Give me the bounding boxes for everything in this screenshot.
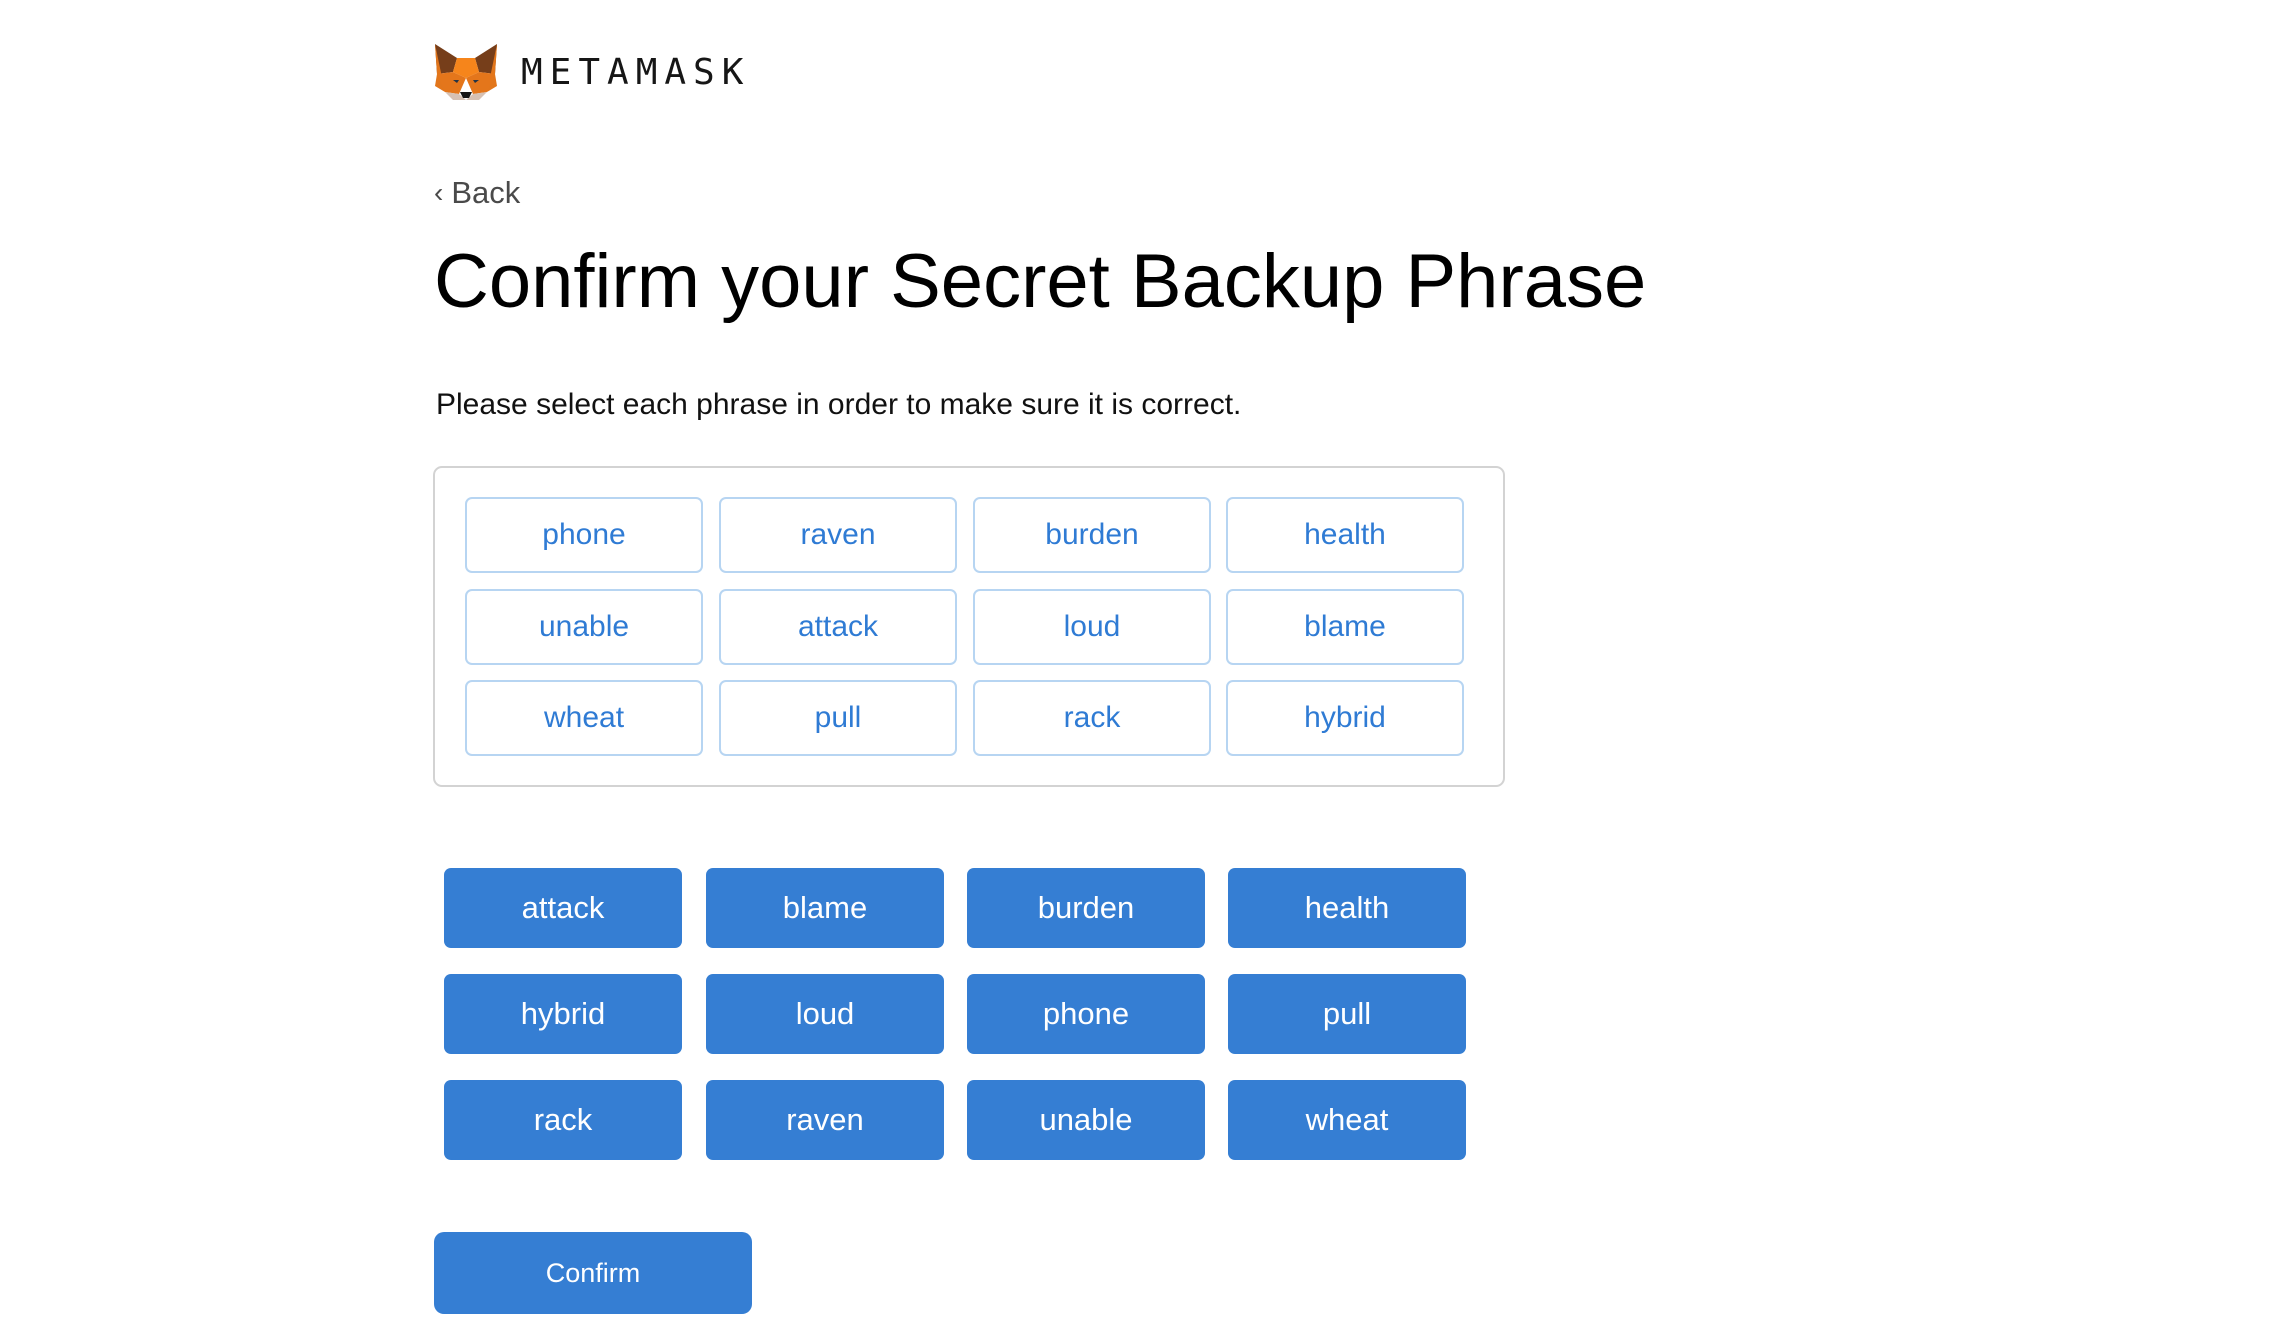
- word-button[interactable]: rack: [444, 1080, 682, 1160]
- selected-word-chip[interactable]: burden: [973, 497, 1211, 573]
- word-button[interactable]: loud: [706, 974, 944, 1054]
- word-button[interactable]: burden: [967, 868, 1205, 948]
- selected-word-chip[interactable]: rack: [973, 680, 1211, 756]
- chevron-left-icon: ‹: [434, 177, 444, 208]
- word-button[interactable]: blame: [706, 868, 944, 948]
- word-button[interactable]: attack: [444, 868, 682, 948]
- word-button[interactable]: raven: [706, 1080, 944, 1160]
- selected-word-chip[interactable]: hybrid: [1226, 680, 1464, 756]
- selected-word-chip[interactable]: raven: [719, 497, 957, 573]
- confirm-button[interactable]: Confirm: [434, 1232, 752, 1314]
- word-button[interactable]: hybrid: [444, 974, 682, 1054]
- selected-word-chip[interactable]: blame: [1226, 589, 1464, 665]
- selected-word-chip[interactable]: wheat: [465, 680, 703, 756]
- word-button[interactable]: pull: [1228, 974, 1466, 1054]
- metamask-fox-icon: [435, 44, 497, 100]
- word-button[interactable]: health: [1228, 868, 1466, 948]
- selected-word-chip[interactable]: health: [1226, 497, 1464, 573]
- word-button[interactable]: phone: [967, 974, 1205, 1054]
- header: METAMASK: [433, 40, 750, 104]
- selected-word-chip[interactable]: pull: [719, 680, 957, 756]
- word-button[interactable]: unable: [967, 1080, 1205, 1160]
- selected-word-chip[interactable]: attack: [719, 589, 957, 665]
- page-title: Confirm your Secret Backup Phrase: [434, 239, 1647, 324]
- word-button[interactable]: wheat: [1228, 1080, 1466, 1160]
- selected-word-chip[interactable]: unable: [465, 589, 703, 665]
- instruction-text: Please select each phrase in order to ma…: [436, 388, 1242, 421]
- brand-wordmark: METAMASK: [521, 51, 751, 93]
- back-link[interactable]: ‹ Back: [434, 175, 520, 211]
- selected-word-chip[interactable]: loud: [973, 589, 1211, 665]
- back-label: Back: [451, 175, 521, 210]
- selected-word-chip[interactable]: phone: [465, 497, 703, 573]
